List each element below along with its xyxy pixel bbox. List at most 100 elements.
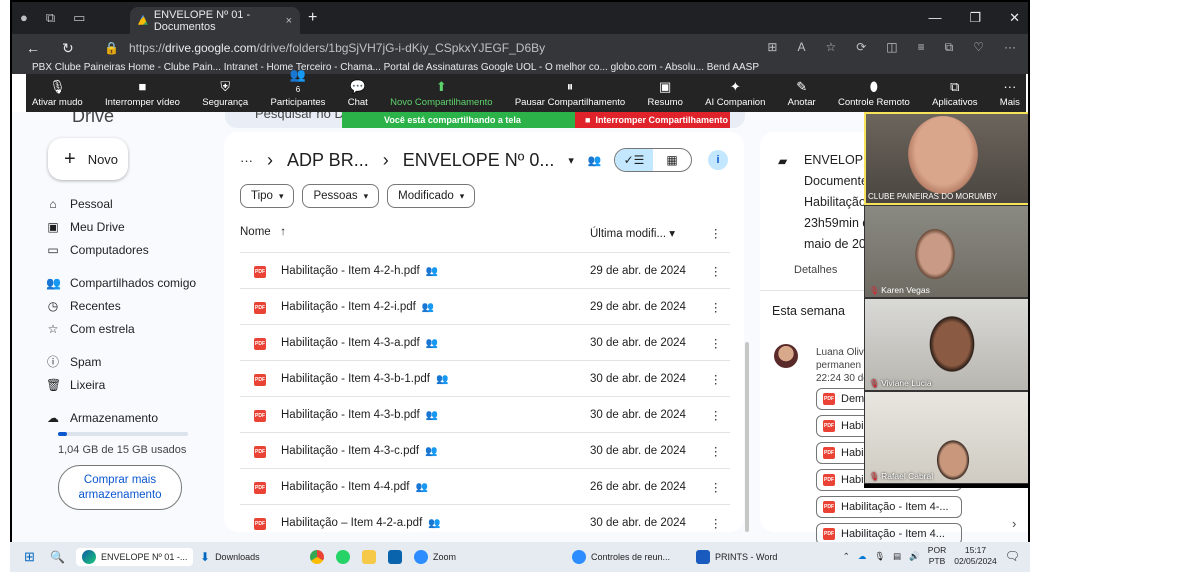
zoom-summary-button[interactable]: ▣ Resumo (648, 74, 683, 112)
minimize-icon[interactable]: — (928, 10, 941, 26)
sidebar-item[interactable]: ▭ Computadores (46, 238, 226, 261)
filter-chip[interactable]: Tipo ▾ (240, 184, 295, 208)
mic-tray-icon[interactable]: 🎙 (874, 551, 885, 562)
stop-sharing-button[interactable]: ■ Interromper Compartilhamento (575, 112, 730, 128)
filter-chip[interactable]: Pessoas ▾ (302, 184, 380, 208)
copilot-icon[interactable]: ♡ (973, 40, 984, 55)
zoom-remote-control-button[interactable]: ⬮ Controle Remoto (838, 74, 910, 112)
info-icon[interactable]: i (708, 150, 728, 170)
zoom-apps-button[interactable]: ⧉ Aplicativos (932, 74, 977, 112)
table-row[interactable]: PDF Habilitação - Item 4-3-b-1.pdf 👥 30 de … (240, 360, 730, 396)
volume-icon[interactable]: 🔊 (909, 551, 920, 562)
more-actions-icon[interactable]: ⋮ (710, 264, 722, 278)
more-actions-icon[interactable]: ⋮ (710, 300, 722, 314)
table-row[interactable]: PDF Habilitação - Item 4-3-a.pdf 👥 30 de ab… (240, 324, 730, 360)
grid-view-icon[interactable]: ▦ (653, 149, 691, 171)
breadcrumb-ellipsis[interactable]: ··· (240, 153, 253, 168)
outlook-icon[interactable] (388, 548, 402, 566)
chrome-icon[interactable] (310, 548, 324, 566)
participant-video[interactable]: CLUBE PAINEIRAS DO MORUMBY (864, 112, 1028, 205)
column-modified[interactable]: Última modifi... ▾ (590, 226, 675, 240)
filter-chip[interactable]: Modificado ▾ (387, 184, 476, 208)
close-tab-icon[interactable]: × (286, 15, 292, 27)
taskbar-item[interactable]: PRINTS - Word (696, 548, 777, 566)
buy-storage-button[interactable]: Comprar mais armazenamento (58, 465, 182, 510)
notifications-icon[interactable]: 🗨 (1005, 549, 1020, 563)
workspaces-icon[interactable]: ⧉ (46, 10, 55, 26)
bookmarks-bar[interactable]: PBX Clube Paineiras Home - Clube Pain...… (12, 62, 1028, 74)
new-tab-button[interactable]: + (308, 9, 317, 27)
list-view-icon[interactable]: ✓☰ (615, 149, 653, 171)
sidebar-item[interactable]: 👥 Compartilhados comigo (46, 271, 226, 294)
column-name[interactable]: Nome ↑ (240, 226, 286, 238)
close-window-icon[interactable]: ✕ (1009, 10, 1020, 26)
network-icon[interactable]: ▤ (893, 551, 901, 562)
zoom-annotate-button[interactable]: ✎ Anotar (788, 74, 816, 112)
restore-icon[interactable]: ❐ (969, 10, 981, 26)
zoom-video-button[interactable]: ■ Interromper vídeo (105, 74, 180, 112)
sidebar-item[interactable]: ⌂ Pessoal (46, 192, 226, 215)
sidebar-item[interactable]: ◷ Recentes (46, 294, 226, 317)
split-screen-icon[interactable]: ◫ (886, 40, 897, 55)
more-actions-icon[interactable]: ⋮ (710, 372, 722, 386)
table-row[interactable]: PDF Habilitação - Item 4-2-h.pdf 👥 29 de ab… (240, 252, 730, 288)
table-row[interactable]: PDF Habilitação - Item 4-2-i.pdf 👥 29 de ab… (240, 288, 730, 324)
back-icon[interactable]: ← (26, 40, 40, 57)
zoom-pause-button[interactable]: ⏸ Pausar Compartilhamento (515, 74, 625, 112)
reader-icon[interactable]: ⊞ (767, 40, 777, 55)
favorite-icon[interactable]: ☆ (825, 40, 836, 55)
whatsapp-icon[interactable] (336, 548, 350, 566)
reload-icon[interactable]: ↻ (62, 40, 74, 57)
more-actions-icon[interactable]: ⋮ (710, 516, 722, 530)
zoom-more-button[interactable]: ··· Mais (1000, 74, 1020, 112)
onedrive-icon[interactable]: ☁ (858, 551, 867, 562)
settings-more-icon[interactable]: ··· (1004, 40, 1016, 55)
sidebar-item[interactable]: ▣ Meu Drive (46, 215, 226, 238)
table-row[interactable]: PDF Habilitação – Item 4-2-a.pdf 👥 30 de ab… (240, 504, 730, 540)
more-actions-icon[interactable]: ⋮ (710, 480, 722, 494)
profile-icon[interactable]: ● (20, 10, 28, 26)
zoom-shield-button[interactable]: ⛨ Segurança (202, 74, 248, 112)
table-row[interactable]: PDF Habilitação - Item 4-4.pdf 👥 26 de abr.… (240, 468, 730, 504)
sidebar-item[interactable]: ☁ Armazenamento (46, 406, 226, 429)
tray-chevron-icon[interactable]: ⌃ (843, 551, 850, 562)
more-actions-icon[interactable]: ⋮ (710, 336, 722, 350)
sidebar-item[interactable]: ☆ Com estrela (46, 317, 226, 340)
sidebar-item[interactable]: 🗑 Lixeira (46, 373, 226, 396)
collections-icon[interactable]: ⧉ (945, 40, 954, 55)
details-tab[interactable]: Detalhes (794, 264, 837, 276)
file-explorer-icon[interactable] (362, 548, 376, 566)
more-actions-icon[interactable]: ⋮ (710, 408, 722, 422)
table-row[interactable]: PDF Habilitação - Item 4-3-b.pdf 👥 30 de ab… (240, 396, 730, 432)
activity-file-chip[interactable]: PDF Habilitação - Item 4-... (816, 496, 962, 518)
zoom-participants-button[interactable]: 👥 6 Participantes (271, 68, 326, 112)
zoom-mic-button[interactable]: 🎙 Ativar mudo (32, 74, 83, 112)
zoom-chat-button[interactable]: 💬 Chat (348, 74, 368, 112)
sidebar-item[interactable]: ⓘ Spam (46, 350, 226, 373)
tab-actions-icon[interactable]: ▭ (73, 10, 85, 26)
participant-video[interactable]: 🎙 Viviane Lucia (864, 298, 1028, 391)
new-button[interactable]: + Novo (48, 138, 128, 180)
zoom-share-button[interactable]: ⬆ Novo Compartilhamento (390, 74, 492, 112)
breadcrumb-current[interactable]: ENVELOPE Nº 0... (403, 150, 555, 171)
more-actions-icon[interactable]: ⋮ (710, 444, 722, 458)
favorites-list-icon[interactable]: ≡ (918, 40, 925, 55)
breadcrumb-parent[interactable]: ADP BR... (287, 150, 369, 171)
sort-up-icon[interactable]: ↑ (274, 226, 286, 238)
extensions-icon[interactable]: ⟳ (856, 40, 866, 55)
chevron-right-icon[interactable]: › (1012, 516, 1016, 531)
browser-tab-drive[interactable]: ENVELOPE Nº 01 - Documentos × (130, 7, 300, 34)
participant-video[interactable]: 🎙 Karen Vegas (864, 205, 1028, 298)
column-more-icon[interactable]: ⋮ (710, 226, 722, 240)
taskbar-item[interactable]: Zoom (414, 548, 456, 566)
file-list-scrollbar[interactable] (745, 342, 749, 532)
read-aloud-icon[interactable]: A (797, 40, 805, 55)
windows-start-icon[interactable]: ⊞ (24, 548, 35, 566)
participant-video[interactable]: 🎙 Rafael Cabral (864, 391, 1028, 484)
table-row[interactable]: PDF Habilitação - Item 4-3-c.pdf 👥 30 de ab… (240, 432, 730, 468)
search-icon[interactable]: 🔍 (50, 548, 65, 566)
zoom-ai-companion-button[interactable]: ✦ AI Companion (705, 74, 765, 112)
url-field[interactable]: 🔒 https://drive.google.com/drive/folders… (104, 38, 545, 58)
taskbar-item[interactable]: ENVELOPE Nº 01 -... (76, 548, 194, 566)
clock[interactable]: 15:17 02/05/2024 (954, 545, 997, 567)
